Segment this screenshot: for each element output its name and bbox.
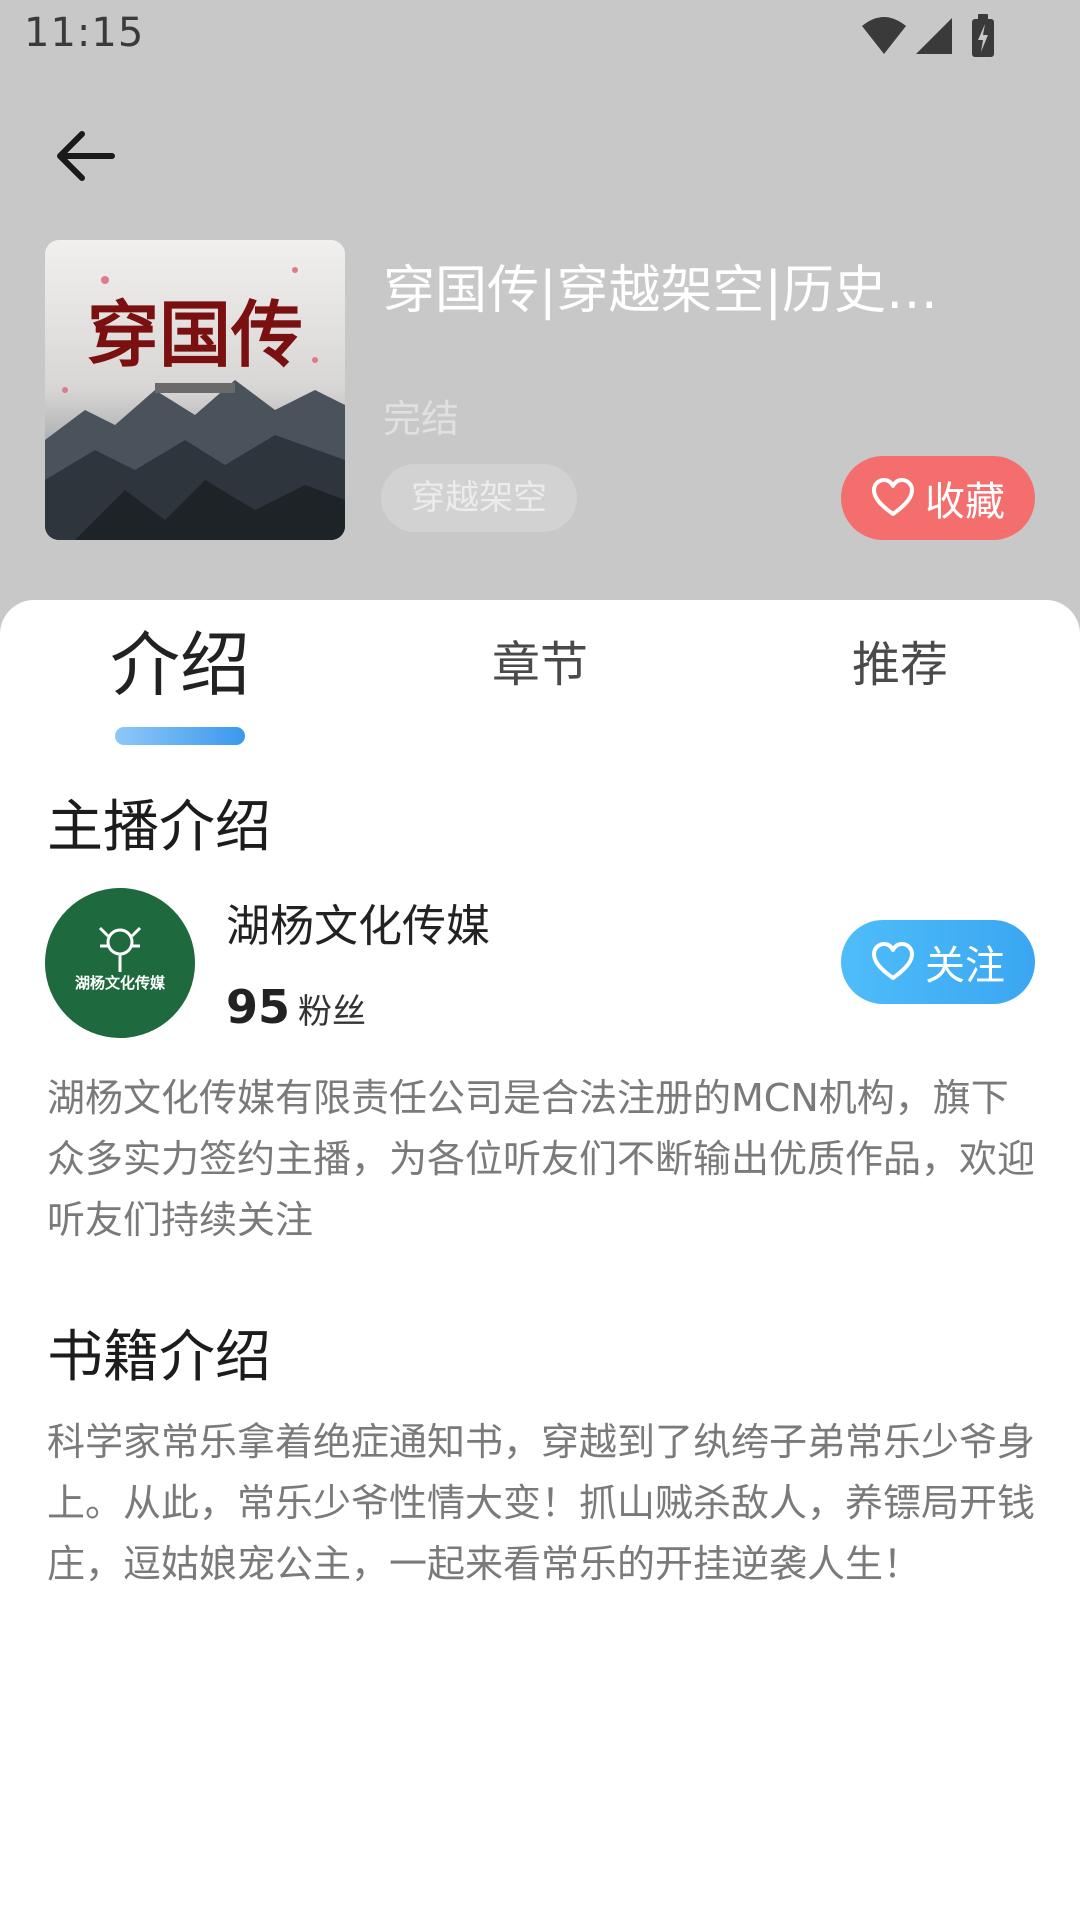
follow-label: 关注 [925, 943, 1005, 989]
follow-button[interactable]: 关注 [841, 920, 1035, 1004]
wifi-icon [862, 17, 906, 54]
heart-icon [872, 478, 914, 516]
signal-icon [916, 18, 952, 54]
tab-recommend[interactable]: 推荐 [800, 600, 1000, 730]
host-description: 湖杨文化传媒有限责任公司是合法注册的MCN机构，旗下众多实力签约主播，为各位听友… [47, 1076, 1036, 1242]
book-section-title: 书籍介绍 [47, 1325, 271, 1390]
fans-count-row: 95 粉丝 [226, 980, 366, 1034]
status-icons [860, 14, 1010, 58]
tab-chapters[interactable]: 章节 [440, 600, 640, 730]
collect-button[interactable]: 收藏 [841, 456, 1035, 540]
book-cover-art: 穿国传 [45, 240, 345, 540]
fans-count: 95 [226, 980, 291, 1034]
host-name[interactable]: 湖杨文化传媒 [226, 890, 490, 954]
genre-tag[interactable]: 穿越架空 [381, 464, 577, 532]
host-section-title: 主播介绍 [47, 795, 271, 860]
back-arrow-icon [57, 131, 115, 181]
book-description: 科学家常乐拿着绝症通知书，穿越到了纨绔子弟常乐少爷身上。从此，常乐少爷性情大变！… [47, 1420, 1036, 1586]
avatar[interactable]: 湖杨文化传媒 [45, 888, 195, 1038]
book-cover[interactable]: 穿国传 [45, 240, 345, 540]
host-logo: 湖杨文化传媒 [45, 888, 195, 1038]
content-sheet: 介绍 章节 推荐 主播介绍 湖杨文化传媒 湖杨文化传媒 95 粉丝 关注 湖杨文化… [0, 600, 1080, 1920]
avatar-text: 湖杨文化传媒 [75, 974, 166, 992]
tab-indicator [115, 727, 245, 745]
back-button[interactable] [48, 124, 120, 188]
cover-title-text: 穿国传 [87, 292, 303, 377]
book-status: 完结 [383, 397, 460, 441]
battery-icon [972, 14, 994, 57]
status-time: 11:15 [24, 10, 145, 56]
collect-label: 收藏 [925, 479, 1005, 525]
fans-label: 粉丝 [298, 992, 367, 1032]
status-bar: 11:15 [0, 0, 1080, 72]
heart-icon [872, 942, 914, 980]
tab-intro[interactable]: 介绍 [80, 600, 280, 730]
book-title: 穿国传|穿越架空|历史… [383, 261, 939, 321]
